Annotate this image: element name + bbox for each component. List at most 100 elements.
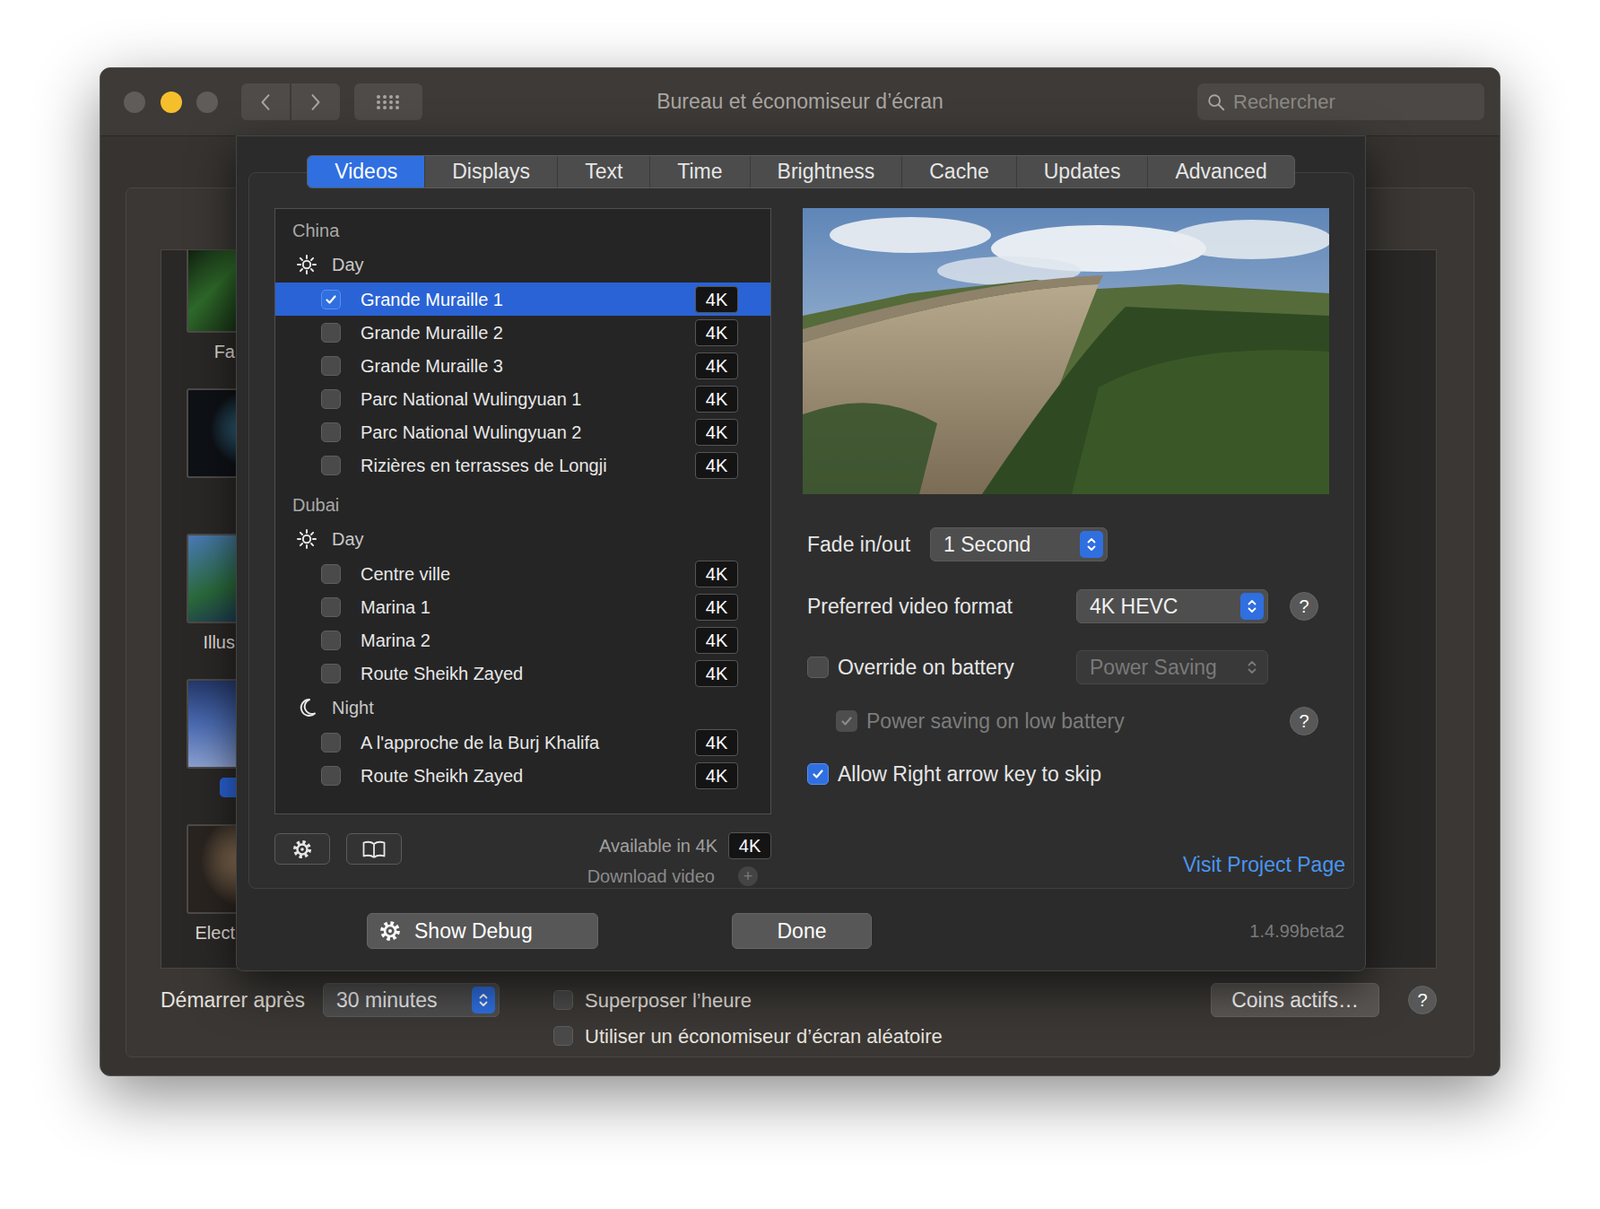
setting-checkbox[interactable]: [807, 763, 829, 785]
setting-popup[interactable]: 1 Second: [930, 527, 1108, 562]
video-checkbox[interactable]: [321, 564, 341, 584]
video-checkbox[interactable]: [321, 389, 341, 409]
video-checkbox[interactable]: [321, 630, 341, 651]
help-button[interactable]: ?: [1289, 706, 1319, 736]
video-row[interactable]: Route Sheikh Zayed4K: [275, 656, 771, 690]
tab-label: Brightness: [777, 156, 876, 188]
version-label: 1.4.99beta2: [1249, 917, 1345, 945]
tab-label: Updates: [1043, 156, 1122, 188]
list-info-button[interactable]: [346, 833, 402, 865]
tab-label: Text: [584, 156, 623, 188]
video-row[interactable]: Grande Muraille 14K: [275, 282, 771, 316]
search-field[interactable]: [1197, 83, 1485, 121]
video-row[interactable]: Rizières en terrasses de Longji4K: [275, 448, 771, 482]
tab[interactable]: Brightness: [749, 156, 903, 188]
video-title: Route Sheikh Zayed: [360, 660, 696, 687]
tab[interactable]: Text: [556, 156, 650, 188]
zoom-button[interactable]: [196, 91, 218, 114]
video-checkbox[interactable]: [321, 732, 341, 753]
search-input[interactable]: [1233, 86, 1478, 117]
section-label: Day: [331, 251, 365, 279]
footer-checkbox[interactable]: [553, 990, 574, 1010]
available-label: Available in 4K: [599, 832, 718, 860]
video-checkbox[interactable]: [321, 663, 341, 684]
video-title: Marina 2: [360, 626, 696, 654]
tab-label: Advanced: [1174, 156, 1267, 188]
video-title: Route Sheikh Zayed: [360, 762, 696, 790]
section-header: Day: [275, 246, 771, 283]
setting-row: Power saving on low battery?: [802, 703, 1330, 740]
setting-row: Override on batteryPower Saving: [802, 649, 1330, 686]
video-checkbox[interactable]: [321, 765, 341, 786]
footer-checkbox-label: Superposer l’heure: [584, 985, 752, 1016]
back-button[interactable]: [241, 83, 290, 121]
project-link[interactable]: Visit Project Page: [1182, 849, 1346, 881]
hot-corners-button[interactable]: Coins actifs…: [1210, 982, 1380, 1018]
setting-row: Fade in/out1 Second: [802, 526, 1330, 563]
setting-label: Allow Right arrow key to skip: [837, 758, 1102, 791]
popup-value: 1 Second: [943, 529, 1080, 561]
tab[interactable]: Updates: [1016, 156, 1148, 188]
help-button[interactable]: ?: [1408, 985, 1437, 1015]
video-row[interactable]: Marina 14K: [275, 590, 771, 624]
minimize-button[interactable]: [160, 91, 183, 114]
video-row[interactable]: Marina 24K: [275, 623, 771, 657]
forward-button[interactable]: [291, 83, 340, 121]
close-button[interactable]: [123, 91, 146, 114]
settings-list: Fade in/out1 SecondPreferred video forma…: [802, 494, 1346, 792]
tab-label: Cache: [929, 156, 989, 188]
footer-checkbox-row[interactable]: Superposer l’heure: [553, 982, 943, 1018]
video-row[interactable]: Route Sheikh Zayed4K: [275, 758, 771, 792]
video-checkbox[interactable]: [321, 455, 341, 476]
tabs: Videos Displays Text Time Brightness Cache Upd…: [306, 155, 1295, 189]
tab-bar: Videos Displays Text Time Brightness Cache Upd…: [236, 155, 1366, 189]
grid-icon: [375, 94, 401, 111]
download-label: Download video: [587, 862, 715, 890]
start-after-popup[interactable]: 30 minutes: [322, 982, 500, 1018]
setting-checkbox[interactable]: [807, 656, 829, 679]
footer-checkbox-row[interactable]: Utiliser un économiseur d’écran aléatoir…: [553, 1018, 943, 1053]
done-button[interactable]: Done: [731, 913, 872, 949]
chevron-right-icon: [309, 92, 322, 113]
resolution-badge: 4K: [695, 452, 739, 479]
video-row[interactable]: Parc National Wulingyuan 24K: [275, 415, 771, 449]
resolution-badge: 4K: [728, 832, 772, 860]
video-checkbox[interactable]: [321, 422, 341, 443]
video-list[interactable]: ChinaDayGrande Muraille 14KGrande Murail…: [274, 208, 772, 815]
setting-row: Allow Right arrow key to skip: [802, 756, 1330, 792]
setting-popup[interactable]: 4K HEVC: [1076, 589, 1269, 624]
tab[interactable]: Cache: [901, 156, 1016, 188]
video-row[interactable]: Centre ville4K: [275, 556, 771, 591]
debug-button[interactable]: Show Debug: [366, 913, 599, 949]
help-button[interactable]: ?: [1289, 591, 1319, 621]
video-checkbox[interactable]: [321, 597, 341, 618]
title-bar: Bureau et économiseur d’écran: [100, 68, 1500, 137]
tab[interactable]: Time: [649, 156, 749, 188]
stepper-icon: [1079, 530, 1104, 558]
resolution-badge: 4K: [695, 593, 739, 621]
tab[interactable]: Displays: [424, 156, 557, 188]
video-title: Marina 1: [360, 593, 696, 621]
footer-checkboxes: Superposer l’heure Utiliser un économiseu…: [553, 982, 943, 1053]
tab-label: Displays: [452, 156, 531, 188]
video-row[interactable]: Parc National Wulingyuan 14K: [275, 382, 771, 416]
video-row[interactable]: Grande Muraille 24K: [275, 315, 771, 349]
footer-checkbox-label: Utiliser un économiseur d’écran aléatoir…: [584, 1021, 943, 1052]
resolution-badge: 4K: [695, 560, 739, 588]
video-title: Centre ville: [360, 560, 696, 588]
video-checkbox[interactable]: [321, 356, 341, 376]
list-settings-button[interactable]: [274, 833, 331, 865]
tab[interactable]: Advanced: [1147, 156, 1294, 188]
show-all-button[interactable]: [354, 83, 423, 121]
tab[interactable]: Videos: [307, 156, 425, 188]
popup-value: Power Saving: [1089, 652, 1241, 684]
video-row[interactable]: A l'approche de la Burj Khalifa4K: [275, 725, 771, 759]
chevron-left-icon: [259, 92, 272, 113]
stepper-icon: [1240, 653, 1264, 681]
video-checkbox[interactable]: [321, 322, 341, 343]
video-row[interactable]: Grande Muraille 34K: [275, 348, 771, 383]
video-checkbox[interactable]: [321, 289, 341, 310]
title-bar-right: [952, 83, 1500, 121]
download-button: +: [738, 866, 758, 887]
footer-checkbox[interactable]: [553, 1026, 574, 1046]
